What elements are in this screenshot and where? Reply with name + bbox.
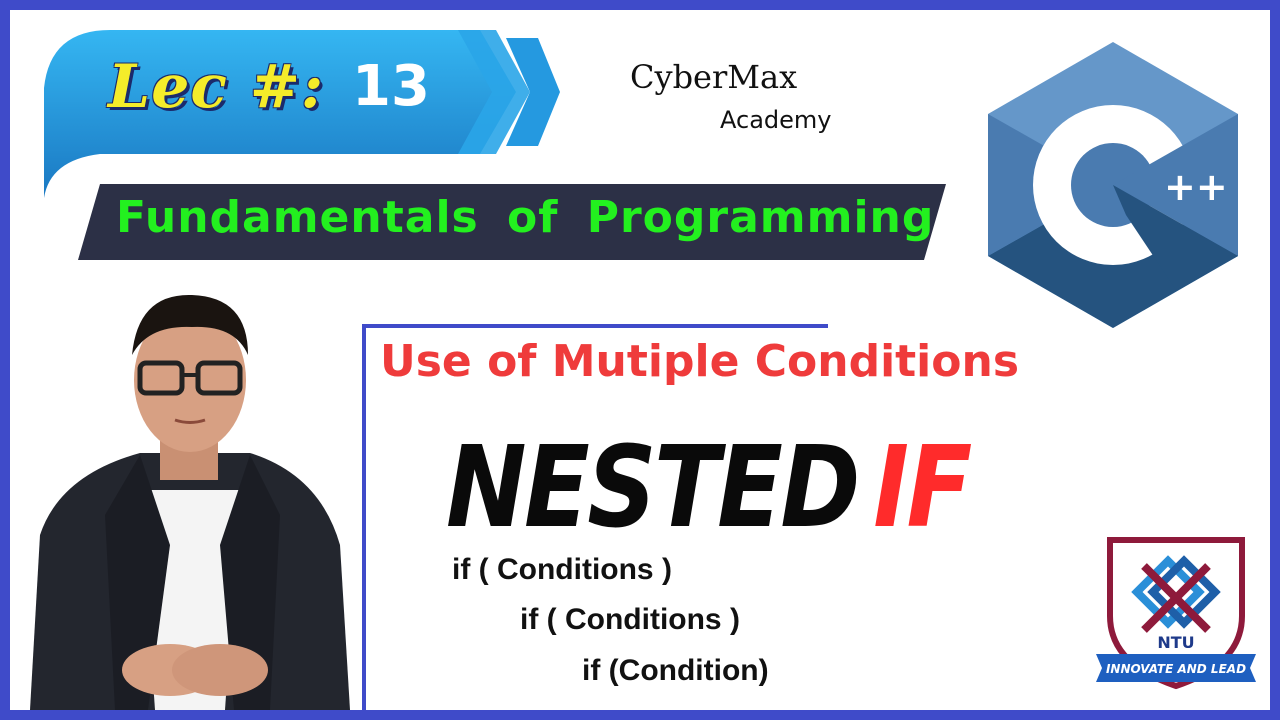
topic-title-if: IF	[873, 423, 972, 553]
code-line: if (Condition)	[582, 654, 769, 687]
course-banner: Fundamentals of Programming	[78, 184, 946, 260]
lecture-number: 13	[352, 54, 430, 119]
code-line: if ( Conditions )	[452, 553, 672, 586]
ntu-motto: INNOVATE AND LEAD	[1106, 662, 1246, 676]
topic-title: NESTED IF	[446, 428, 972, 548]
topic-title-nested: NESTED	[446, 423, 860, 553]
code-line: if ( Conditions )	[520, 603, 740, 636]
cpp-logo-icon: ++	[988, 42, 1238, 328]
presenter-photo	[30, 294, 350, 710]
brand-name: CyberMax	[630, 58, 798, 96]
panel-border-top	[362, 324, 828, 328]
course-title: Fundamentals of Programming	[116, 192, 935, 243]
panel-border-left	[362, 324, 366, 710]
brand-sub: Academy	[720, 106, 832, 134]
lecture-label: Lec #:	[108, 52, 325, 122]
cpp-plus-text: ++	[1164, 165, 1228, 209]
ntu-abbr: NTU	[1157, 633, 1194, 652]
ntu-logo-icon: NTU INNOVATE AND LEAD	[1096, 537, 1256, 690]
topic-subtitle: Use of Mutiple Conditions	[380, 336, 1020, 387]
